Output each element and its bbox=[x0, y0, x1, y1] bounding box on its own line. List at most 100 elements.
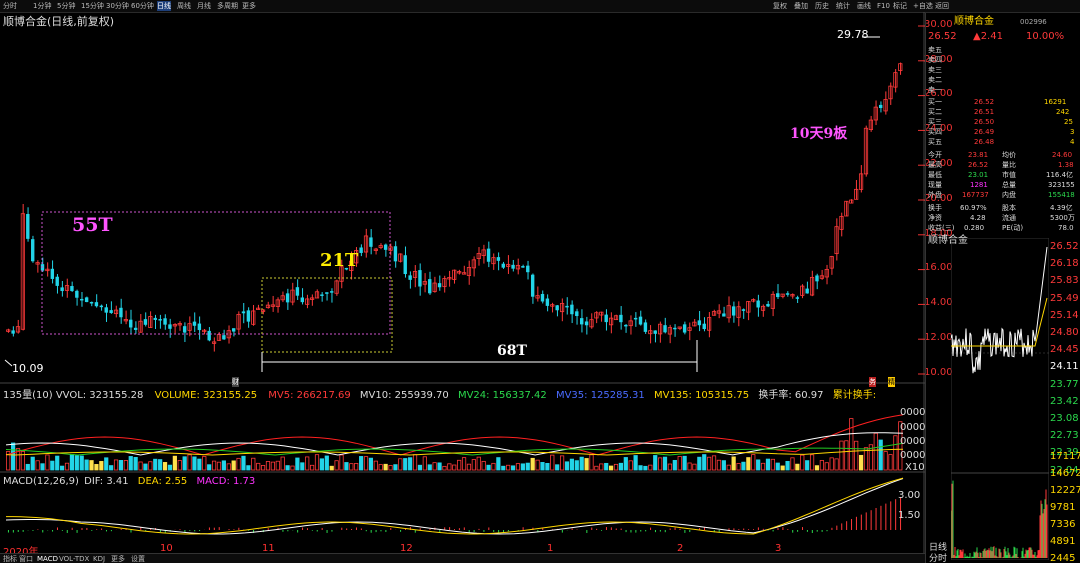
volume-bar bbox=[510, 465, 516, 471]
tab-intraday[interactable]: 分时 bbox=[929, 554, 947, 563]
stat-value: 23.01 bbox=[968, 171, 989, 179]
back-button[interactable]: 返回 bbox=[935, 1, 949, 11]
stock-name: 顺博合金 bbox=[954, 16, 994, 27]
volume-bar bbox=[481, 460, 486, 471]
candle-body-down bbox=[89, 301, 94, 304]
macd-axis-tick: 1.50 bbox=[898, 510, 921, 521]
stat-value: 116.4亿 bbox=[1046, 171, 1074, 179]
candle-body-down bbox=[795, 297, 800, 299]
fin-label: PE(动) bbox=[1002, 224, 1024, 232]
volume-axis-tick: 0000 bbox=[900, 407, 926, 418]
volume-indicator-name[interactable]: 135量(10) bbox=[3, 390, 53, 401]
macd-axis-tick: 3.00 bbox=[898, 490, 921, 501]
candle-body-down bbox=[163, 318, 167, 325]
candle-body-down bbox=[109, 310, 113, 314]
volume-bar bbox=[824, 462, 829, 471]
volume-bar bbox=[84, 459, 89, 471]
volume-bar bbox=[555, 464, 560, 471]
mini-price-line bbox=[951, 246, 1048, 374]
candle-body-down bbox=[643, 322, 648, 332]
cum-turnover-label: 累计换手: bbox=[832, 390, 877, 401]
bid-label: 买二 bbox=[928, 108, 942, 116]
volume-bar bbox=[795, 463, 800, 471]
candle-body-down bbox=[285, 293, 290, 303]
candle-body-down bbox=[94, 302, 99, 307]
volume-bar bbox=[172, 455, 177, 471]
mini-price-tick: 26.18 bbox=[1050, 258, 1079, 270]
volume-bar bbox=[221, 460, 226, 471]
volume-bar bbox=[427, 464, 432, 471]
candle-body-down bbox=[526, 265, 530, 273]
volume-bar bbox=[805, 460, 810, 471]
volume-bar bbox=[515, 463, 521, 471]
bid-volume: 25 bbox=[1064, 118, 1073, 126]
candle-body-down bbox=[805, 288, 809, 294]
candle-body-down bbox=[511, 264, 515, 269]
tab-kdj[interactable]: KDJ bbox=[93, 554, 105, 563]
volume-bar bbox=[256, 462, 261, 471]
tab-more[interactable]: 更多 bbox=[111, 554, 125, 563]
low-price-mark: 10.09 bbox=[12, 362, 44, 375]
volume-bar bbox=[334, 460, 339, 471]
tab-window[interactable]: 窗口 bbox=[19, 554, 33, 563]
volume-bar bbox=[599, 463, 604, 471]
volume-indicator-header: 135量(10) VVOL: 323155.28 VOLUME: 323155.… bbox=[3, 386, 876, 401]
candle-body-down bbox=[241, 311, 246, 314]
volume-bar bbox=[69, 454, 75, 471]
volume-bar bbox=[457, 459, 462, 471]
stock-code: 002996 bbox=[1020, 18, 1047, 26]
stat-value: 26.52 bbox=[968, 161, 989, 169]
stat-value: 155418 bbox=[1048, 191, 1075, 199]
candle-body-down bbox=[143, 319, 148, 325]
candle-body-down bbox=[119, 307, 123, 318]
volume-bar bbox=[839, 440, 844, 471]
kline-chart[interactable] bbox=[0, 0, 925, 553]
fin-label: 股本 bbox=[1002, 204, 1016, 212]
volume-bar bbox=[314, 454, 320, 471]
tab-settings[interactable]: 设置 bbox=[131, 554, 145, 563]
volume-bar bbox=[216, 461, 222, 471]
volume-bar bbox=[760, 462, 766, 471]
stat-label: 最低 bbox=[928, 171, 942, 179]
volume-bar bbox=[363, 456, 369, 471]
volume-bar bbox=[113, 459, 119, 471]
volume-bar bbox=[535, 459, 540, 471]
event-mark-featured[interactable]: 精 bbox=[888, 377, 895, 387]
volume-bar bbox=[726, 464, 731, 471]
volume-bar bbox=[707, 456, 712, 471]
volume-bar bbox=[270, 461, 275, 471]
volume-bar bbox=[442, 465, 447, 471]
volume-bar bbox=[878, 439, 883, 471]
volume-bar bbox=[339, 454, 344, 471]
mv10-value: MV10: 255939.70 bbox=[359, 390, 449, 401]
candle-body-down bbox=[383, 244, 388, 250]
candle-body-down bbox=[246, 310, 251, 322]
tab-indicator[interactable]: 指标 bbox=[3, 554, 17, 563]
volume-bar bbox=[118, 460, 124, 471]
volume-bar bbox=[447, 463, 452, 471]
candle-body-down bbox=[70, 286, 74, 292]
stat-label: 现量 bbox=[928, 181, 942, 189]
tab-vol-tdx[interactable]: VOL-TDX bbox=[59, 554, 89, 563]
mini-frame bbox=[951, 238, 1049, 560]
tab-daily[interactable]: 日线 bbox=[929, 543, 947, 553]
tab-macd[interactable]: MACD bbox=[37, 554, 58, 563]
macd-indicator-name[interactable]: MACD(12,26,9) bbox=[3, 476, 79, 487]
candle-body-down bbox=[521, 266, 525, 268]
candle-body-down bbox=[133, 327, 138, 330]
volume-bar bbox=[128, 456, 133, 471]
mini-volume-tick: 17117 bbox=[1050, 451, 1080, 462]
candle-body-down bbox=[403, 255, 407, 275]
bid-price: 26.48 bbox=[974, 138, 995, 146]
candle-body-down bbox=[633, 317, 638, 320]
volume-bar bbox=[476, 456, 481, 471]
mini-price-tick: 25.49 bbox=[1050, 292, 1079, 304]
ask-label: 卖四 bbox=[928, 56, 942, 64]
bid-volume: 3 bbox=[1070, 128, 1075, 136]
candle-body-down bbox=[222, 335, 226, 340]
volume-bar bbox=[187, 454, 192, 471]
candle-body-down bbox=[393, 246, 398, 262]
intraday-mini-chart[interactable] bbox=[951, 238, 1049, 560]
candle-body-down bbox=[325, 292, 329, 294]
volume-bar bbox=[873, 432, 878, 471]
